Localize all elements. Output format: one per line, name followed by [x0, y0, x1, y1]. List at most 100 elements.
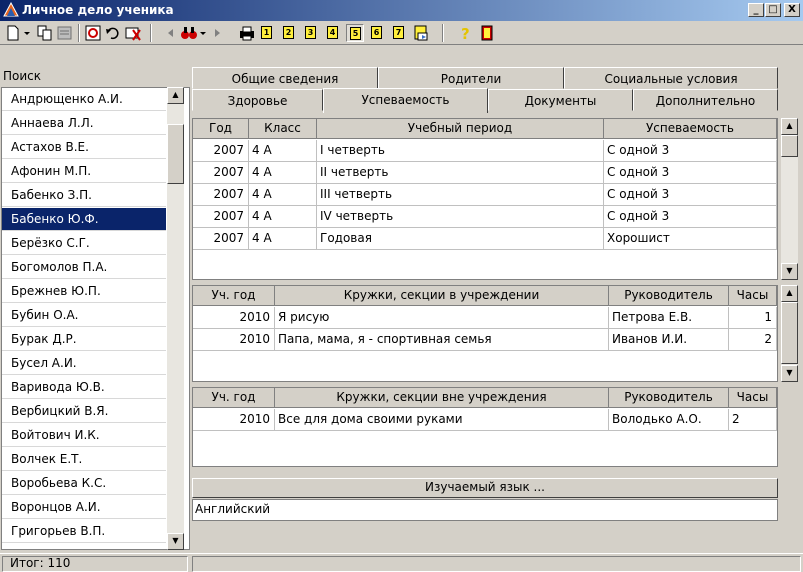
- tab-performance[interactable]: Успеваемость: [323, 88, 488, 113]
- properties-icon[interactable]: [56, 24, 74, 42]
- cell-period[interactable]: II четверть: [317, 162, 604, 184]
- tab-documents[interactable]: Документы: [488, 89, 633, 111]
- copy-icon[interactable]: [36, 24, 54, 42]
- header-clubs-outside[interactable]: Кружки, секции вне учреждения: [275, 388, 609, 408]
- page-2-icon[interactable]: 2: [280, 24, 298, 42]
- list-item[interactable]: Андрющенко А.И.: [2, 88, 166, 111]
- header-supervisor[interactable]: Руководитель: [609, 388, 729, 408]
- clubs-inside-table[interactable]: Уч. год 2010 2010 Кружки, секции в учрежден…: [192, 285, 778, 382]
- title-bar[interactable]: Личное дело ученика _ □ X: [0, 0, 803, 21]
- tab-social[interactable]: Социальные условия: [564, 67, 778, 89]
- list-item[interactable]: Воронцов А.И.: [2, 496, 166, 519]
- list-item[interactable]: Берёзко С.Г.: [2, 232, 166, 255]
- list-item[interactable]: Воробьева К.С.: [2, 472, 166, 495]
- cell-class[interactable]: 4 А: [249, 206, 317, 228]
- language-header-button[interactable]: Изучаемый язык ...: [192, 478, 778, 498]
- cell-period[interactable]: I четверть: [317, 140, 604, 162]
- new-document-icon[interactable]: [4, 24, 22, 42]
- scroll-down-button[interactable]: ▼: [781, 365, 798, 382]
- list-item[interactable]: Афонин М.П.: [2, 160, 166, 183]
- page-1-icon[interactable]: 1: [258, 24, 276, 42]
- list-item[interactable]: Брежнев Ю.П.: [2, 280, 166, 303]
- language-field[interactable]: Английский: [192, 499, 778, 521]
- list-item[interactable]: Астахов В.Е.: [2, 136, 166, 159]
- list-item[interactable]: Григорьев В.П.: [2, 520, 166, 543]
- header-class[interactable]: Класс: [249, 119, 317, 139]
- header-supervisor[interactable]: Руководитель: [609, 286, 729, 306]
- cell-class[interactable]: 4 А: [249, 140, 317, 162]
- cell-year[interactable]: 2007: [193, 206, 249, 228]
- prev-icon[interactable]: [164, 24, 176, 42]
- scroll-up-button[interactable]: ▲: [781, 285, 798, 302]
- cell-period[interactable]: IV четверть: [317, 206, 604, 228]
- scroll-down-button[interactable]: ▼: [781, 263, 798, 280]
- list-item[interactable]: Вербицкий В.Я.: [2, 400, 166, 423]
- cell-performance[interactable]: С одной 3: [604, 206, 777, 228]
- header-period[interactable]: Учебный период: [317, 119, 604, 139]
- tab-additional[interactable]: Дополнительно: [633, 89, 778, 111]
- cell-school-year[interactable]: 2010: [193, 409, 275, 431]
- clubs-outside-table[interactable]: Уч. год 2010 Кружки, секции вне учреждения…: [192, 387, 778, 467]
- performance-table[interactable]: Год 2007 2007 2007 2007 2007 Класс 4 А4 А4 А4 А…: [192, 118, 778, 280]
- scroll-up-button[interactable]: ▲: [167, 87, 184, 104]
- dropdown-arrow-icon[interactable]: [22, 24, 32, 42]
- scroll-thumb[interactable]: [781, 302, 798, 364]
- print-icon[interactable]: [238, 24, 256, 42]
- cell-year[interactable]: 2007: [193, 184, 249, 206]
- scroll-up-button[interactable]: ▲: [781, 118, 798, 135]
- scroll-down-button[interactable]: ▼: [167, 533, 184, 550]
- cell-year[interactable]: 2007: [193, 162, 249, 184]
- cell-period[interactable]: Годовая: [317, 228, 604, 250]
- cell-hours[interactable]: 2: [729, 329, 777, 351]
- list-item[interactable]: Бурак Д.Р.: [2, 328, 166, 351]
- refresh-icon[interactable]: [84, 24, 102, 42]
- cell-performance[interactable]: С одной 3: [604, 162, 777, 184]
- binoculars-icon[interactable]: [180, 24, 198, 42]
- cell-club[interactable]: Папа, мама, я - спортивная семья: [275, 329, 609, 351]
- exit-icon[interactable]: [478, 24, 496, 42]
- list-item[interactable]: Бубин О.А.: [2, 304, 166, 327]
- help-icon[interactable]: ?: [456, 24, 474, 43]
- list-item[interactable]: Бабенко З.П.: [2, 184, 166, 207]
- header-year[interactable]: Год: [193, 119, 249, 139]
- cell-class[interactable]: 4 А: [249, 162, 317, 184]
- cell-period[interactable]: III четверть: [317, 184, 604, 206]
- student-list[interactable]: Андрющенко А.И. Аннаева Л.Л. Астахов В.Е. А…: [1, 87, 190, 550]
- clubs-inside-scrollbar[interactable]: ▲ ▼: [781, 285, 798, 382]
- list-item[interactable]: Аннаева Л.Л.: [2, 112, 166, 135]
- page-5-icon[interactable]: 5: [346, 24, 364, 42]
- cell-class[interactable]: 4 А: [249, 184, 317, 206]
- list-item[interactable]: Волчек Е.Т.: [2, 448, 166, 471]
- scroll-thumb[interactable]: [781, 135, 798, 157]
- cell-school-year[interactable]: 2010: [193, 329, 275, 351]
- header-hours[interactable]: Часы: [729, 388, 777, 408]
- close-button[interactable]: X: [784, 3, 800, 17]
- page-4-icon[interactable]: 4: [324, 24, 342, 42]
- delete-icon[interactable]: [124, 24, 142, 42]
- page-7-icon[interactable]: 7: [390, 24, 408, 42]
- tab-health[interactable]: Здоровье: [192, 89, 323, 111]
- cell-hours[interactable]: 2: [729, 409, 777, 431]
- minimize-button[interactable]: _: [748, 3, 764, 17]
- student-list-scrollbar[interactable]: ▲ ▼: [167, 87, 184, 550]
- report-icon[interactable]: [412, 24, 430, 42]
- page-3-icon[interactable]: 3: [302, 24, 320, 42]
- header-performance[interactable]: Успеваемость: [604, 119, 777, 139]
- cell-year[interactable]: 2007: [193, 140, 249, 162]
- dropdown-arrow-icon[interactable]: [198, 24, 208, 42]
- undo-icon[interactable]: [104, 24, 122, 42]
- cell-supervisor[interactable]: Иванов И.И.: [609, 329, 729, 351]
- list-item[interactable]: Богомолов П.А.: [2, 256, 166, 279]
- cell-performance[interactable]: С одной 3: [604, 184, 777, 206]
- cell-year[interactable]: 2007: [193, 228, 249, 250]
- scroll-thumb[interactable]: [167, 124, 184, 184]
- cell-club[interactable]: Все для дома своими руками: [275, 409, 609, 431]
- cell-hours[interactable]: 1: [729, 307, 777, 329]
- cell-supervisor[interactable]: Петрова Е.В.: [609, 307, 729, 329]
- header-school-year[interactable]: Уч. год: [193, 286, 275, 306]
- cell-school-year[interactable]: 2010: [193, 307, 275, 329]
- header-hours[interactable]: Часы: [729, 286, 777, 306]
- list-item[interactable]: Бабенко Ю.Ф.: [2, 208, 166, 231]
- page-6-icon[interactable]: 6: [368, 24, 386, 42]
- cell-class[interactable]: 4 А: [249, 228, 317, 250]
